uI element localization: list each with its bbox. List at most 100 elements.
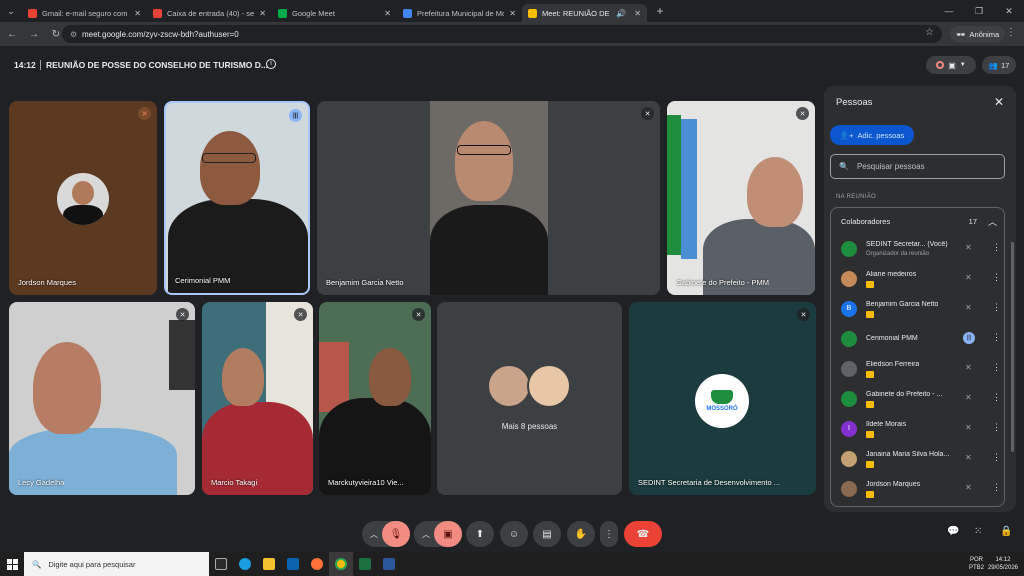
close-window-icon[interactable]: ✕ xyxy=(994,0,1024,22)
close-icon[interactable]: ✕ xyxy=(384,9,391,18)
add-people-button[interactable]: 👤+ Adic. pessoas xyxy=(830,125,914,145)
search-placeholder: Pesquisar pessoas xyxy=(856,162,925,171)
participants-button[interactable]: 👥 17 xyxy=(982,56,1016,74)
video-tile[interactable]: MOSSORÓ ✕ SEDINT Secretaria de Desenvolv… xyxy=(629,302,816,495)
video-tile[interactable]: ✕ Jordson Marques xyxy=(9,101,157,295)
recording-controls[interactable]: ▣ ▼ xyxy=(926,56,976,74)
info-icon[interactable]: i xyxy=(266,59,276,69)
tab-search-icon[interactable]: ⌄ xyxy=(0,0,22,22)
browser-tab[interactable]: Caixa de entrada (40) - sedintê ✕ xyxy=(147,4,272,22)
new-tab-button[interactable]: + xyxy=(651,4,669,18)
address-bar[interactable]: ⚙ meet.google.com/zyv-zscw-bdh?authuser=… xyxy=(62,25,942,43)
mic-off-icon: ✕ xyxy=(965,243,972,252)
mic-off-icon: ✕ xyxy=(965,273,972,282)
more-vert-icon[interactable]: ⋮ xyxy=(992,452,1001,463)
microphone-toggle[interactable]: 🎙 xyxy=(382,521,410,547)
participant-row[interactable]: Gabinete do Prefeito - ... ✕ ⋮ xyxy=(841,388,1001,410)
task-view-icon[interactable] xyxy=(209,552,233,576)
video-tile[interactable]: ✕ Lecy Gadelha xyxy=(9,302,195,495)
participant-row[interactable]: Eliedson Ferreira ✕ ⋮ xyxy=(841,358,1001,380)
close-icon[interactable]: ✕ xyxy=(994,95,1004,109)
panel-title: Pessoas xyxy=(836,97,873,108)
site-info-icon[interactable]: ⚙ xyxy=(70,30,82,39)
browser-tab-active[interactable]: Meet: REUNIÃO DE POSSE D 🔊 ✕ xyxy=(522,4,647,22)
browser-toolbar: ← → ↻ ⚙ meet.google.com/zyv-zscw-bdh?aut… xyxy=(0,22,1024,46)
search-people-input[interactable]: 🔍 Pesquisar pessoas xyxy=(830,154,1005,179)
close-icon[interactable]: ✕ xyxy=(634,9,641,18)
language-indicator[interactable]: POR PTB2 xyxy=(969,556,984,572)
participant-role: Organizador da reunião xyxy=(866,251,930,257)
more-vert-icon[interactable]: ⋮ xyxy=(992,422,1001,433)
video-tile[interactable]: ✕ Gabinete do Prefeito - PMM xyxy=(667,101,815,295)
avatar xyxy=(487,364,531,408)
back-icon[interactable]: ← xyxy=(2,29,22,40)
restore-icon[interactable]: ❐ xyxy=(964,0,994,22)
speaker-icon[interactable]: 🔊 xyxy=(616,9,626,18)
close-icon[interactable]: ✕ xyxy=(134,9,141,18)
bookmark-star-icon[interactable]: ☆ xyxy=(925,27,934,38)
file-explorer-icon[interactable] xyxy=(257,552,281,576)
more-people-tile[interactable]: Mais 8 pessoas xyxy=(437,302,622,495)
mic-off-icon: ✕ xyxy=(965,483,972,492)
more-vert-icon[interactable]: ⋮ xyxy=(992,242,1001,253)
browser-tab[interactable]: Prefeitura Municipal de Mossoro ✕ xyxy=(397,4,522,22)
edge-icon[interactable] xyxy=(233,552,257,576)
browser-tab[interactable]: Google Meet ✕ xyxy=(272,4,397,22)
reactions-button[interactable]: ☺ xyxy=(500,521,528,547)
more-options-button[interactable]: ⋮ xyxy=(600,521,618,547)
keyboard-layout-label: PTB2 xyxy=(968,565,984,571)
video-tile[interactable]: ✕ Marckutyvieira10 Vie... xyxy=(319,302,431,495)
more-vert-icon[interactable]: ⋮ xyxy=(992,272,1001,283)
meeting-controls: ︿ 🎙 ︿ ▣ ⬆ ☺ ▤ ✋ ⋮ ☎ xyxy=(0,516,1024,552)
participant-row[interactable]: Jordson Marques ✕ ⋮ xyxy=(841,478,1001,500)
forward-icon[interactable]: → xyxy=(24,29,44,40)
host-controls-icon[interactable]: 🔒 xyxy=(1000,526,1012,537)
camera-toggle[interactable]: ▣ xyxy=(434,521,462,547)
taskbar-search-input[interactable]: 🔍 Digite aqui para pesquisar xyxy=(24,552,209,576)
group-header[interactable]: Colaboradores 17 ︿ xyxy=(841,215,999,228)
incognito-badge[interactable]: 🕶 Anônima xyxy=(950,26,1006,42)
chevron-up-icon[interactable]: ︿ xyxy=(988,215,997,228)
more-vert-icon[interactable]: ⋮ xyxy=(992,302,1001,313)
more-vert-icon[interactable]: ⋮ xyxy=(992,332,1001,343)
badge-icon xyxy=(866,431,874,438)
browser-tab[interactable]: Gmail: e-mail seguro com tecn ✕ xyxy=(22,4,147,22)
close-icon[interactable]: ✕ xyxy=(259,9,266,18)
chat-icon[interactable]: 💬 xyxy=(947,526,959,537)
windows-start-icon[interactable] xyxy=(0,552,24,576)
participant-name: Marcio Takagi xyxy=(211,478,258,487)
chrome-icon[interactable] xyxy=(329,552,353,576)
participant-row[interactable]: I Ildete Morais ✕ ⋮ xyxy=(841,418,1001,440)
video-tile[interactable]: ✕ Benjamim Garcia Netto xyxy=(317,101,660,295)
mic-off-icon: ✕ xyxy=(797,308,810,321)
video-tile[interactable]: ✕ Marcio Takagi xyxy=(202,302,313,495)
raise-hand-button[interactable]: ✋ xyxy=(567,521,595,547)
leave-call-button[interactable]: ☎ xyxy=(624,521,662,547)
chevron-up-icon: ︿ xyxy=(370,529,378,539)
participant-row[interactable]: SEDINT Secretar... (Você) Organizador da… xyxy=(841,238,1001,260)
incognito-icon: 🕶 xyxy=(956,29,966,39)
panel-scrollbar[interactable] xyxy=(1011,242,1014,452)
participant-row[interactable]: Janaina Maria Silva Hola... ✕ ⋮ xyxy=(841,448,1001,470)
participant-row[interactable]: B Benjamim Garcia Netto ✕ ⋮ xyxy=(841,298,1001,320)
more-vert-icon[interactable]: ⋮ xyxy=(992,482,1001,493)
participant-row[interactable]: Cerimonial PMM ||| ⋮ xyxy=(841,328,1001,350)
mail-icon[interactable] xyxy=(281,552,305,576)
close-icon[interactable]: ✕ xyxy=(509,9,516,18)
excel-icon[interactable] xyxy=(353,552,377,576)
video-tile[interactable]: ||| Cerimonial PMM xyxy=(164,101,310,295)
activities-icon[interactable]: ⁙ xyxy=(974,526,982,537)
mic-off-icon: ✕ xyxy=(965,393,972,402)
system-clock[interactable]: 14:12 29/05/2026 xyxy=(988,556,1018,572)
present-screen-button[interactable]: ⬆ xyxy=(466,521,494,547)
more-vert-icon[interactable]: ⋮ xyxy=(992,392,1001,403)
browser-menu-icon[interactable]: ⋮ xyxy=(1006,27,1016,38)
tab-title: Prefeitura Municipal de Mossoro xyxy=(417,8,505,18)
minimize-icon[interactable]: — xyxy=(934,0,964,22)
mic-off-icon: ✕ xyxy=(176,308,189,321)
captions-button[interactable]: ▤ xyxy=(533,521,561,547)
word-icon[interactable] xyxy=(377,552,401,576)
more-vert-icon[interactable]: ⋮ xyxy=(992,362,1001,373)
participant-row[interactable]: Aliane medeiros ✕ ⋮ xyxy=(841,268,1001,290)
firefox-icon[interactable] xyxy=(305,552,329,576)
